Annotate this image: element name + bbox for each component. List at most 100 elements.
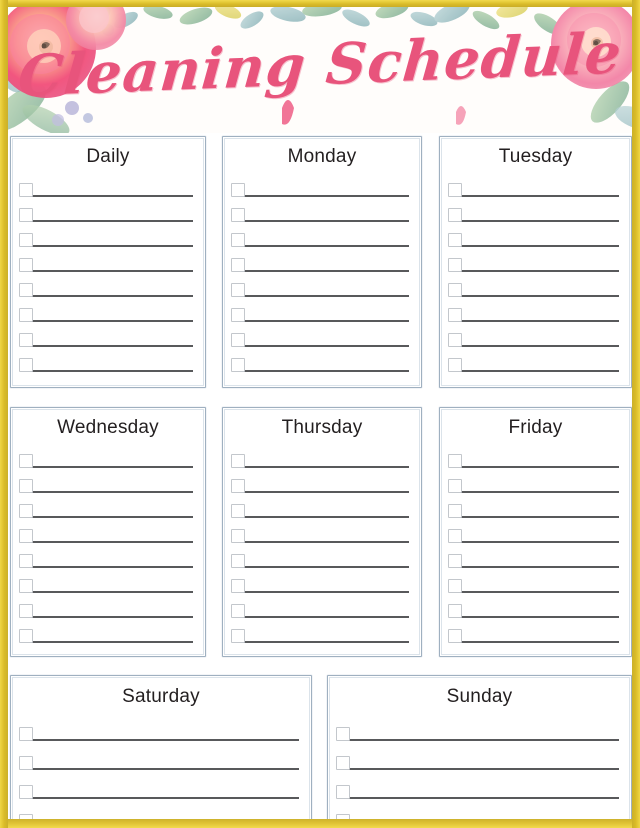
- card-friday[interactable]: Friday: [439, 407, 632, 657]
- task-write-line[interactable]: [32, 491, 193, 493]
- task-row[interactable]: [19, 569, 193, 594]
- task-write-line[interactable]: [32, 516, 193, 518]
- checkbox-icon[interactable]: [448, 208, 462, 222]
- task-row[interactable]: [19, 198, 193, 223]
- checkbox-icon[interactable]: [231, 183, 245, 197]
- task-write-line[interactable]: [461, 245, 619, 247]
- checkbox-icon[interactable]: [448, 629, 462, 643]
- checkbox-icon[interactable]: [448, 504, 462, 518]
- task-write-line[interactable]: [32, 345, 193, 347]
- task-row[interactable]: [19, 273, 193, 298]
- checkbox-icon[interactable]: [231, 208, 245, 222]
- checkbox-icon[interactable]: [448, 258, 462, 272]
- task-write-line[interactable]: [244, 491, 409, 493]
- task-row[interactable]: [19, 713, 299, 742]
- checkbox-icon[interactable]: [448, 554, 462, 568]
- task-write-line[interactable]: [244, 195, 409, 197]
- task-row[interactable]: [19, 469, 193, 494]
- task-row[interactable]: [19, 173, 193, 198]
- task-row[interactable]: [231, 223, 409, 248]
- checkbox-icon[interactable]: [19, 604, 33, 618]
- task-row[interactable]: [336, 713, 619, 742]
- task-row[interactable]: [448, 273, 619, 298]
- task-row[interactable]: [448, 173, 619, 198]
- task-row[interactable]: [231, 544, 409, 569]
- task-write-line[interactable]: [244, 370, 409, 372]
- task-row[interactable]: [448, 198, 619, 223]
- task-row[interactable]: [448, 569, 619, 594]
- task-row[interactable]: [448, 298, 619, 323]
- task-write-line[interactable]: [32, 220, 193, 222]
- task-write-line[interactable]: [32, 295, 193, 297]
- task-row[interactable]: [336, 742, 619, 771]
- task-row[interactable]: [19, 223, 193, 248]
- checkbox-icon[interactable]: [231, 454, 245, 468]
- task-write-line[interactable]: [461, 591, 619, 593]
- card-saturday[interactable]: Saturday: [10, 675, 312, 828]
- checkbox-icon[interactable]: [19, 454, 33, 468]
- task-write-line[interactable]: [461, 516, 619, 518]
- task-write-line[interactable]: [349, 768, 619, 770]
- task-row[interactable]: [19, 594, 193, 619]
- card-sunday[interactable]: Sunday: [327, 675, 632, 828]
- task-row[interactable]: [231, 173, 409, 198]
- task-write-line[interactable]: [244, 566, 409, 568]
- checkbox-icon[interactable]: [19, 629, 33, 643]
- checkbox-icon[interactable]: [19, 814, 33, 828]
- checkbox-icon[interactable]: [19, 504, 33, 518]
- checkbox-icon[interactable]: [448, 529, 462, 543]
- task-write-line[interactable]: [244, 466, 409, 468]
- task-row[interactable]: [231, 519, 409, 544]
- task-row[interactable]: [336, 800, 619, 828]
- task-row[interactable]: [231, 348, 409, 373]
- checkbox-icon[interactable]: [336, 814, 350, 828]
- task-write-line[interactable]: [461, 466, 619, 468]
- checkbox-icon[interactable]: [19, 479, 33, 493]
- task-write-line[interactable]: [461, 295, 619, 297]
- task-row[interactable]: [19, 742, 299, 771]
- checkbox-icon[interactable]: [231, 333, 245, 347]
- task-write-line[interactable]: [32, 320, 193, 322]
- task-row[interactable]: [231, 198, 409, 223]
- checkbox-icon[interactable]: [19, 579, 33, 593]
- checkbox-icon[interactable]: [231, 604, 245, 618]
- task-write-line[interactable]: [244, 345, 409, 347]
- checkbox-icon[interactable]: [448, 333, 462, 347]
- task-row[interactable]: [448, 619, 619, 644]
- card-tuesday[interactable]: Tuesday: [439, 136, 632, 388]
- checkbox-icon[interactable]: [19, 233, 33, 247]
- task-row[interactable]: [19, 348, 193, 373]
- task-row[interactable]: [19, 323, 193, 348]
- task-write-line[interactable]: [461, 220, 619, 222]
- task-write-line[interactable]: [32, 541, 193, 543]
- checkbox-icon[interactable]: [448, 283, 462, 297]
- task-write-line[interactable]: [244, 541, 409, 543]
- checkbox-icon[interactable]: [231, 283, 245, 297]
- task-row[interactable]: [448, 494, 619, 519]
- checkbox-icon[interactable]: [19, 727, 33, 741]
- checkbox-icon[interactable]: [231, 358, 245, 372]
- card-monday[interactable]: Monday: [222, 136, 422, 388]
- task-write-line[interactable]: [461, 641, 619, 643]
- task-write-line[interactable]: [461, 195, 619, 197]
- task-row[interactable]: [231, 469, 409, 494]
- card-wednesday[interactable]: Wednesday: [10, 407, 206, 657]
- task-write-line[interactable]: [244, 591, 409, 593]
- checkbox-icon[interactable]: [231, 529, 245, 543]
- task-write-line[interactable]: [244, 616, 409, 618]
- task-write-line[interactable]: [32, 641, 193, 643]
- task-row[interactable]: [231, 619, 409, 644]
- task-row[interactable]: [19, 771, 299, 800]
- task-write-line[interactable]: [32, 739, 299, 741]
- checkbox-icon[interactable]: [19, 333, 33, 347]
- checkbox-icon[interactable]: [448, 604, 462, 618]
- task-write-line[interactable]: [32, 245, 193, 247]
- task-write-line[interactable]: [32, 370, 193, 372]
- task-row[interactable]: [336, 771, 619, 800]
- checkbox-icon[interactable]: [19, 785, 33, 799]
- task-write-line[interactable]: [244, 245, 409, 247]
- checkbox-icon[interactable]: [231, 504, 245, 518]
- task-row[interactable]: [231, 298, 409, 323]
- checkbox-icon[interactable]: [448, 479, 462, 493]
- task-row[interactable]: [231, 323, 409, 348]
